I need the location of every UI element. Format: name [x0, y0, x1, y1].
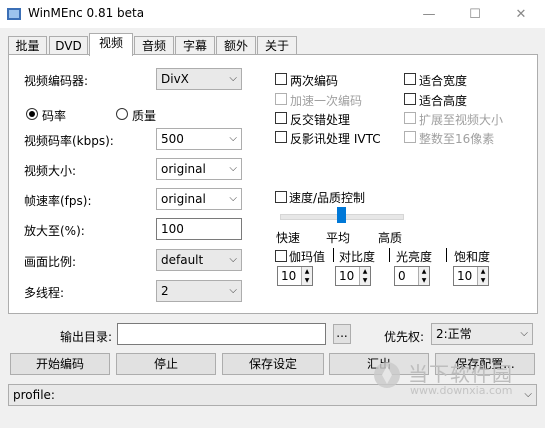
- deinterlace-checkbox[interactable]: [275, 112, 287, 124]
- spin-arrows-icon[interactable]: ▲ ▼: [477, 267, 488, 285]
- fit-width-checkbox[interactable]: [404, 73, 416, 85]
- chevron-down-icon: ⌵: [520, 328, 528, 339]
- fps-value: original: [161, 192, 206, 206]
- fps-label: 帧速率(fps):: [24, 194, 92, 208]
- speed-quality-slider-thumb[interactable]: [336, 207, 346, 223]
- tab-audio[interactable]: 音频: [134, 36, 174, 55]
- bitrate-label: 视频码率(kbps):: [24, 134, 114, 148]
- expand-to-video-checkbox[interactable]: [404, 112, 416, 124]
- radio-quality-label: 质量: [132, 109, 157, 123]
- fit-height-checkbox[interactable]: [404, 93, 416, 105]
- tab-dvd[interactable]: DVD: [49, 36, 88, 55]
- fast-first-pass-label: 加速一次编码: [290, 94, 363, 108]
- contrast-spinner[interactable]: 10 ▲ ▼: [335, 266, 371, 286]
- encoder-value: DivX: [161, 72, 189, 86]
- chevron-down-icon: ⌵: [229, 193, 237, 204]
- priority-label: 优先权:: [384, 330, 425, 344]
- separator: [446, 248, 447, 262]
- speed-quality-checkbox[interactable]: [275, 191, 287, 203]
- chevron-down-icon: ⌵: [524, 389, 532, 400]
- speed-balanced-label: 平均: [326, 231, 351, 245]
- scale-label: 放大至(%):: [24, 224, 85, 238]
- encoder-label: 视频编码器:: [24, 74, 89, 88]
- threads-label: 多线程:: [24, 286, 65, 300]
- ivtc-label: 反影讯处理 IVTC: [290, 132, 381, 146]
- tab-batch[interactable]: 批量: [8, 36, 47, 55]
- two-pass-label: 两次编码: [290, 74, 339, 88]
- saturation-value: 10: [457, 269, 473, 283]
- spin-arrows-icon[interactable]: ▲ ▼: [301, 267, 312, 285]
- fast-first-pass-checkbox[interactable]: [275, 93, 287, 105]
- brightness-label: 光亮度: [396, 250, 433, 264]
- gamma-value: 10: [281, 269, 297, 283]
- tab-about[interactable]: 关于: [257, 36, 297, 55]
- mod16-checkbox[interactable]: [404, 131, 416, 143]
- size-value: original: [161, 162, 206, 176]
- chevron-down-icon: ⌵: [229, 254, 237, 265]
- speed-fast-label: 快速: [276, 231, 301, 245]
- speed-quality-high-label: 高质: [378, 231, 403, 245]
- scale-input[interactable]: 100: [156, 218, 242, 240]
- close-button[interactable]: ✕: [498, 0, 544, 28]
- profile-value: profile:: [13, 388, 55, 402]
- window-title: WinMEnc 0.81 beta: [28, 6, 145, 20]
- tab-subtitle[interactable]: 字幕: [175, 36, 215, 55]
- aspect-label: 画面比例:: [24, 255, 77, 269]
- priority-value: 2:正常: [436, 327, 472, 341]
- save-settings-button[interactable]: 保存设定: [222, 353, 324, 375]
- aspect-select[interactable]: default ⌵: [156, 249, 242, 271]
- chevron-down-icon: ⌵: [229, 133, 237, 144]
- separator: [389, 248, 390, 262]
- size-combo[interactable]: original ⌵: [156, 158, 242, 180]
- ivtc-checkbox[interactable]: [275, 131, 287, 143]
- saturation-spinner[interactable]: 10 ▲ ▼: [453, 266, 489, 286]
- watermark-text: 当下软件园: [408, 362, 513, 386]
- stop-button[interactable]: 停止: [116, 353, 216, 375]
- browse-button[interactable]: ...: [333, 324, 351, 344]
- brightness-value: 0: [398, 269, 406, 283]
- app-icon: [7, 8, 21, 20]
- watermark-logo-icon: [374, 362, 400, 388]
- saturation-label: 饱和度: [454, 250, 491, 264]
- tab-video[interactable]: 视频: [89, 33, 133, 56]
- maximize-button[interactable]: ☐: [452, 0, 498, 28]
- bitrate-value: 500: [161, 132, 184, 146]
- radio-bitrate[interactable]: [26, 108, 38, 120]
- start-encode-button[interactable]: 开始编码: [10, 353, 110, 375]
- chevron-down-icon: ⌵: [229, 163, 237, 174]
- separator: [333, 248, 334, 262]
- fit-width-label: 适合宽度: [419, 74, 468, 88]
- spin-arrows-icon[interactable]: ▲ ▼: [359, 267, 370, 285]
- minimize-button[interactable]: —: [406, 0, 452, 28]
- encoder-select[interactable]: DivX ⌵: [156, 68, 242, 90]
- contrast-label: 对比度: [339, 250, 376, 264]
- threads-value: 2: [161, 284, 169, 298]
- output-dir-label: 输出目录:: [60, 330, 113, 344]
- radio-bitrate-label: 码率: [42, 109, 67, 123]
- chevron-down-icon: ⌵: [229, 285, 237, 296]
- gamma-checkbox[interactable]: [275, 250, 287, 262]
- aspect-value: default: [161, 253, 204, 267]
- mod16-label: 整数至16像素: [419, 132, 495, 146]
- contrast-value: 10: [339, 269, 355, 283]
- deinterlace-label: 反交错处理: [290, 113, 351, 127]
- watermark-url: www.downxia.com: [410, 384, 513, 397]
- spin-arrows-icon[interactable]: ▲ ▼: [418, 267, 429, 285]
- threads-select[interactable]: 2 ⌵: [156, 280, 242, 302]
- gamma-label: 伽玛值: [289, 250, 326, 264]
- chevron-down-icon: ⌵: [229, 73, 237, 84]
- gamma-spinner[interactable]: 10 ▲ ▼: [277, 266, 313, 286]
- two-pass-checkbox[interactable]: [275, 73, 287, 85]
- expand-to-video-label: 扩展至视频大小: [419, 113, 504, 127]
- priority-select[interactable]: 2:正常 ⌵: [431, 323, 533, 345]
- size-label: 视频大小:: [24, 164, 77, 178]
- fit-height-label: 适合高度: [419, 94, 468, 108]
- brightness-spinner[interactable]: 0 ▲ ▼: [394, 266, 430, 286]
- tab-extra[interactable]: 额外: [216, 36, 256, 55]
- output-dir-input[interactable]: [117, 323, 326, 345]
- bitrate-combo[interactable]: 500 ⌵: [156, 128, 242, 150]
- radio-quality[interactable]: [116, 108, 128, 120]
- fps-combo[interactable]: original ⌵: [156, 188, 242, 210]
- speed-quality-label: 速度/品质控制: [289, 191, 366, 205]
